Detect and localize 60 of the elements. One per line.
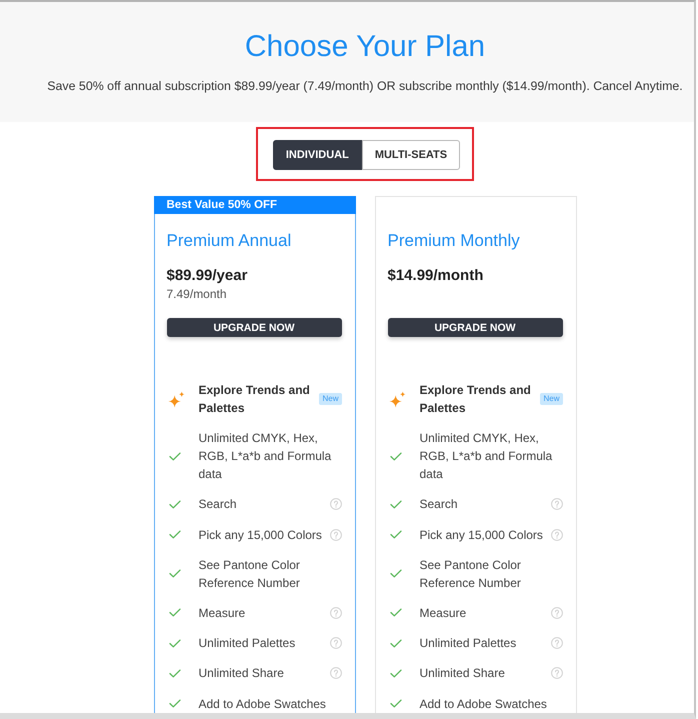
checkmark-icon [168, 569, 180, 578]
feature-label: Unlimited Palettes [420, 635, 518, 652]
plan-name: Premium Annual [166, 231, 292, 251]
help-icon[interactable] [330, 637, 342, 650]
feature-label: Unlimited Palettes [198, 635, 296, 652]
help-icon[interactable] [330, 606, 342, 619]
checkmark-icon [168, 530, 180, 540]
help-icon[interactable] [330, 528, 342, 541]
feature-label: Measure [198, 604, 246, 622]
plan-price: $89.99/year [166, 267, 248, 285]
checkmark-icon [168, 452, 180, 461]
checkmark-icon [168, 699, 180, 708]
feature-label: Pick any 15,000 Colors [420, 526, 544, 544]
plan-name: Premium Monthly [388, 231, 521, 251]
promo-ribbon: Best Value 50% OFF [154, 196, 356, 214]
feature-label: Search [198, 496, 238, 514]
checkmark-icon [390, 668, 402, 678]
feature-label: See Pantone Color Reference Number [420, 556, 522, 592]
pricing-summary: Save 50% off annual subscription $89.99/year (7.49/month) OR subscribe monthly ($14.99/month). Cancel Anytime. [47, 78, 683, 94]
feature-label: Pick any 15,000 Colors [198, 526, 323, 544]
checkmark-icon [390, 608, 402, 618]
checkmark-icon [168, 608, 180, 618]
upgrade-button[interactable]: UPGRADE NOW [388, 318, 562, 337]
feature-label: Unlimited CMYK, Hex, RGB, L*a*b and Formula data [420, 430, 554, 484]
checkmark-icon [390, 569, 402, 578]
sparkle-icon [168, 390, 184, 408]
page-title: Choose Your Plan [244, 29, 486, 65]
help-icon[interactable] [550, 606, 562, 619]
help-icon[interactable] [550, 667, 562, 680]
help-icon[interactable] [330, 498, 342, 510]
upgrade-button[interactable]: UPGRADE NOW [166, 318, 342, 337]
feature-label: Measure [420, 604, 468, 622]
checkmark-icon [390, 699, 402, 708]
feature-label: Explore Trends and Palettes [420, 382, 532, 417]
plan-price: $14.99/month [388, 267, 484, 285]
sparkle-icon [388, 390, 406, 408]
checkmark-icon [390, 530, 402, 540]
help-icon[interactable] [550, 528, 562, 541]
checkmark-icon [390, 638, 402, 648]
checkmark-icon [390, 500, 402, 509]
feature-label: Add to Adobe Swatches [198, 696, 327, 712]
plan-type-tab[interactable]: INDIVIDUAL [272, 140, 362, 170]
new-badge: New [540, 393, 562, 405]
feature-label: Search [420, 496, 459, 514]
checkmark-icon [168, 668, 180, 678]
feature-label: Add to Adobe Swatches [420, 696, 548, 712]
help-icon[interactable] [330, 667, 342, 680]
feature-label: Explore Trends and Palettes [198, 382, 311, 417]
feature-label: Unlimited Share [420, 665, 506, 682]
checkmark-icon [168, 500, 180, 509]
feature-label: See Pantone Color Reference Number [198, 556, 301, 592]
help-icon[interactable] [550, 498, 562, 510]
price-per-month: 7.49/month [166, 286, 227, 302]
feature-label: Unlimited CMYK, Hex, RGB, L*a*b and Formula data [198, 430, 332, 484]
feature-label: Unlimited Share [198, 665, 285, 682]
new-badge: New [319, 393, 342, 405]
help-icon[interactable] [550, 637, 562, 650]
checkmark-icon [168, 638, 180, 648]
plan-type-tab[interactable]: MULTI-SEATS [362, 140, 460, 170]
checkmark-icon [390, 452, 402, 461]
